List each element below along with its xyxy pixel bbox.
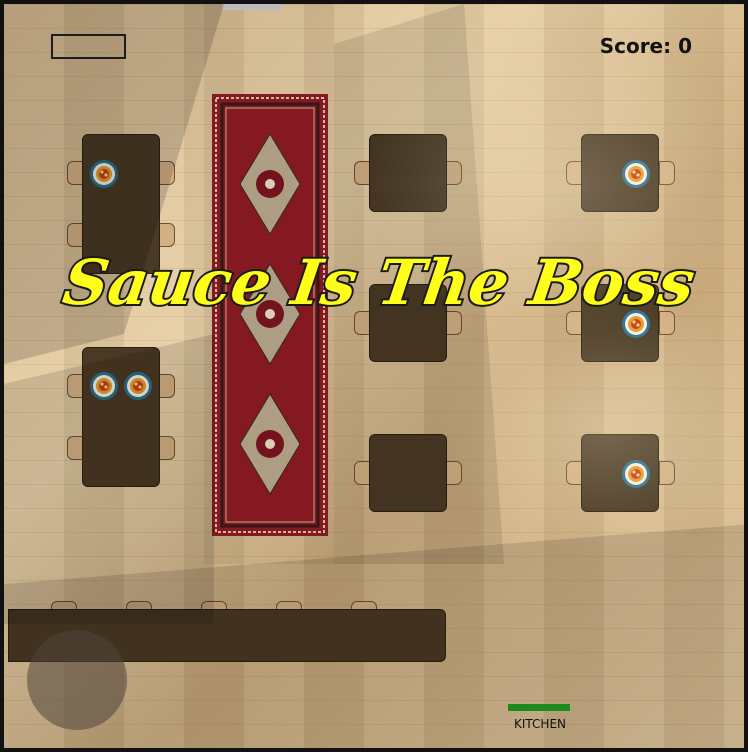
kitchen-progress-bar bbox=[508, 704, 570, 711]
dining-table-6[interactable] bbox=[82, 347, 160, 487]
pizza-plate-icon[interactable] bbox=[621, 159, 651, 189]
chair bbox=[67, 374, 83, 398]
dining-table-2[interactable] bbox=[369, 134, 447, 212]
chair bbox=[354, 461, 370, 485]
dining-table-7[interactable] bbox=[369, 434, 447, 512]
entrance-door bbox=[222, 4, 282, 10]
chair bbox=[566, 461, 582, 485]
status-box bbox=[51, 34, 126, 59]
score-display: Score: 0 bbox=[599, 34, 692, 58]
restaurant-floor: Score: 0 Sauce Is The Boss KITCHEN bbox=[0, 0, 748, 752]
virtual-joystick[interactable] bbox=[27, 630, 127, 730]
chair bbox=[159, 374, 175, 398]
pizza-plate-icon[interactable] bbox=[123, 371, 153, 401]
chair bbox=[67, 161, 83, 185]
pizza-plate-icon[interactable] bbox=[89, 159, 119, 189]
chair bbox=[446, 461, 462, 485]
game-title: Sauce Is The Boss bbox=[57, 244, 701, 321]
game-title-text: Sauce Is The Boss bbox=[59, 246, 699, 319]
chair bbox=[659, 461, 675, 485]
chair bbox=[67, 436, 83, 460]
pizza-plate-icon[interactable] bbox=[89, 371, 119, 401]
chair bbox=[354, 161, 370, 185]
kitchen-label: KITCHEN bbox=[514, 717, 566, 731]
chair bbox=[566, 161, 582, 185]
chair bbox=[159, 161, 175, 185]
pizza-plate-icon[interactable] bbox=[621, 459, 651, 489]
kitchen-door[interactable] bbox=[508, 748, 572, 752]
chair bbox=[446, 161, 462, 185]
chair bbox=[659, 161, 675, 185]
chair bbox=[159, 436, 175, 460]
